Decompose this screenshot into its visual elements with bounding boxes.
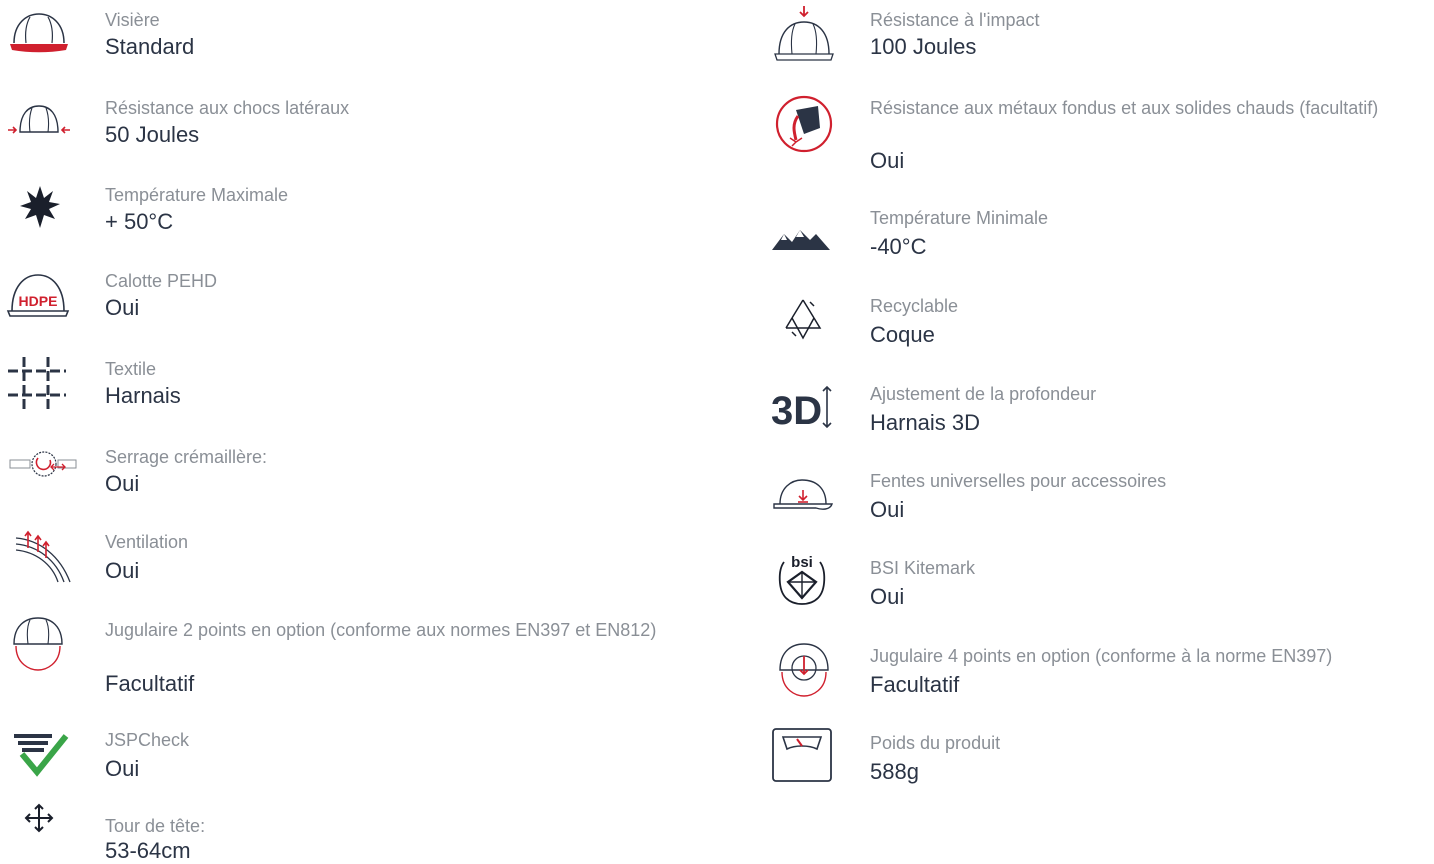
visor-helmet-icon	[8, 10, 70, 54]
spec-value: Facultatif	[105, 671, 195, 696]
spec-value: Standard	[105, 34, 195, 59]
spec-value: Oui	[870, 584, 905, 609]
bsi-text: bsi	[791, 554, 813, 571]
recycle-icon	[780, 296, 826, 342]
spec-label: Recyclable	[870, 296, 959, 316]
move-arrows-icon	[24, 803, 54, 833]
spec-value: + 50°C	[105, 209, 174, 234]
spec-label: Température Minimale	[870, 208, 1049, 228]
spec-label: Ajustement de la profondeur	[870, 384, 1097, 404]
spec-value: Facultatif	[870, 672, 960, 697]
chinstrap-4pt-helmet-icon	[776, 640, 832, 698]
spec-label: Fentes universelles pour accessoires	[870, 471, 1167, 491]
mountains-icon	[772, 228, 830, 252]
sun-icon	[20, 184, 60, 230]
bsi-kitemark-icon: bsi	[776, 550, 828, 606]
spec-value: 50 Joules	[105, 122, 200, 147]
spec-value: Oui	[870, 148, 905, 173]
ventilation-icon	[14, 528, 74, 584]
spec-label: Visière	[105, 10, 160, 30]
ratchet-icon	[8, 450, 78, 480]
spec-value: Coque	[870, 322, 935, 347]
molten-metal-icon	[774, 94, 834, 154]
jspcheck-icon	[12, 730, 69, 778]
spec-label: Calotte PEHD	[105, 271, 218, 291]
hdpe-helmet-icon: HDPE	[6, 271, 70, 319]
textile-weave-icon	[6, 355, 68, 411]
lateral-impact-helmet-icon	[6, 100, 72, 140]
spec-label: Jugulaire 4 points en option (conforme à…	[870, 646, 1333, 666]
spec-label: Poids du produit	[870, 733, 1001, 753]
3d-depth-icon: 3D	[771, 381, 833, 433]
spec-value: 100 Joules	[870, 34, 977, 59]
spec-value: 53-64cm	[105, 838, 191, 863]
spec-label: Ventilation	[105, 532, 189, 552]
impact-helmet-icon	[773, 4, 835, 66]
3d-text: 3D	[771, 389, 822, 433]
spec-value: Oui	[105, 295, 140, 320]
spec-value: Harnais	[105, 383, 181, 408]
spec-label: Textile	[105, 359, 157, 379]
spec-label: Serrage crémaillère:	[105, 447, 268, 467]
spec-label: Température Maximale	[105, 185, 289, 205]
spec-label: JSPCheck	[105, 730, 190, 750]
accessory-slot-helmet-icon	[772, 476, 834, 514]
spec-value: Oui	[105, 756, 140, 781]
spec-label: Résistance aux chocs latéraux	[105, 98, 350, 118]
spec-value: Oui	[105, 558, 140, 583]
spec-label: Résistance aux métaux fondus et aux soli…	[870, 98, 1379, 118]
spec-value: Oui	[870, 497, 905, 522]
spec-label: Jugulaire 2 points en option (conforme a…	[105, 620, 657, 640]
chinstrap-2pt-helmet-icon	[10, 614, 66, 672]
weighing-scale-icon	[771, 727, 833, 783]
spec-value: 588g	[870, 759, 919, 784]
spec-value: Harnais 3D	[870, 410, 981, 435]
spec-label: Tour de tête:	[105, 816, 206, 836]
hdpe-text: HDPE	[19, 293, 58, 309]
spec-label: Résistance à l'impact	[870, 10, 1040, 30]
spec-label: BSI Kitemark	[870, 558, 976, 578]
spec-value: Oui	[105, 471, 140, 496]
spec-value: -40°C	[870, 234, 927, 259]
